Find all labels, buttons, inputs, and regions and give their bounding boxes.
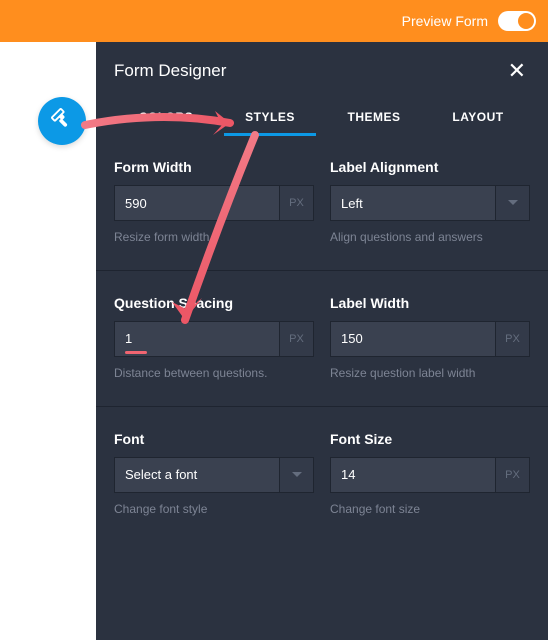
label-width-input[interactable] (331, 322, 495, 356)
left-gutter (0, 42, 96, 640)
tab-layout[interactable]: LAYOUT (426, 96, 530, 134)
tab-styles[interactable]: STYLES (218, 96, 322, 134)
preview-form-label: Preview Form (402, 13, 488, 29)
preview-form-toggle[interactable] (498, 11, 536, 31)
panel-title: Form Designer (114, 61, 226, 81)
top-bar: Preview Form (0, 0, 548, 42)
label-width-input-wrap: PX (330, 321, 530, 357)
font-size-input-wrap: PX (330, 457, 530, 493)
form-width-input-wrap: PX (114, 185, 314, 221)
divider (96, 270, 548, 271)
label-width-label: Label Width (330, 295, 530, 311)
font-hint: Change font style (114, 501, 314, 518)
question-spacing-hint: Distance between questions. (114, 365, 314, 382)
question-spacing-unit: PX (279, 322, 313, 356)
tab-themes[interactable]: THEMES (322, 96, 426, 134)
question-spacing-input[interactable] (115, 322, 279, 356)
font-value: Select a font (115, 458, 279, 492)
font-size-hint: Change font size (330, 501, 530, 518)
font-size-unit: PX (495, 458, 529, 492)
question-spacing-input-wrap: PX (114, 321, 314, 357)
label-alignment-label: Label Alignment (330, 159, 530, 175)
form-width-label: Form Width (114, 159, 314, 175)
toggle-knob (518, 13, 534, 29)
label-width-hint: Resize question label width (330, 365, 530, 382)
divider (96, 406, 548, 407)
tabs: COLORS STYLES THEMES LAYOUT (96, 96, 548, 135)
label-alignment-value: Left (331, 186, 495, 220)
form-designer-panel: Form Designer ✕ COLORS STYLES THEMES LAY… (96, 42, 548, 640)
font-select[interactable]: Select a font (114, 457, 314, 493)
tab-colors[interactable]: COLORS (114, 96, 218, 134)
chevron-down-icon (495, 186, 529, 220)
close-icon: ✕ (508, 58, 526, 83)
font-size-input[interactable] (331, 458, 495, 492)
form-width-input[interactable] (115, 186, 279, 220)
close-button[interactable]: ✕ (504, 56, 530, 86)
font-size-label: Font Size (330, 431, 530, 447)
form-width-hint: Resize form width (114, 229, 314, 246)
form-width-unit: PX (279, 186, 313, 220)
label-width-unit: PX (495, 322, 529, 356)
chevron-down-icon (279, 458, 313, 492)
label-alignment-select[interactable]: Left (330, 185, 530, 221)
label-alignment-hint: Align questions and answers (330, 229, 530, 246)
paint-roller-icon (51, 108, 73, 135)
form-designer-button[interactable] (38, 97, 86, 145)
question-spacing-label: Question Spacing (114, 295, 314, 311)
font-label: Font (114, 431, 314, 447)
